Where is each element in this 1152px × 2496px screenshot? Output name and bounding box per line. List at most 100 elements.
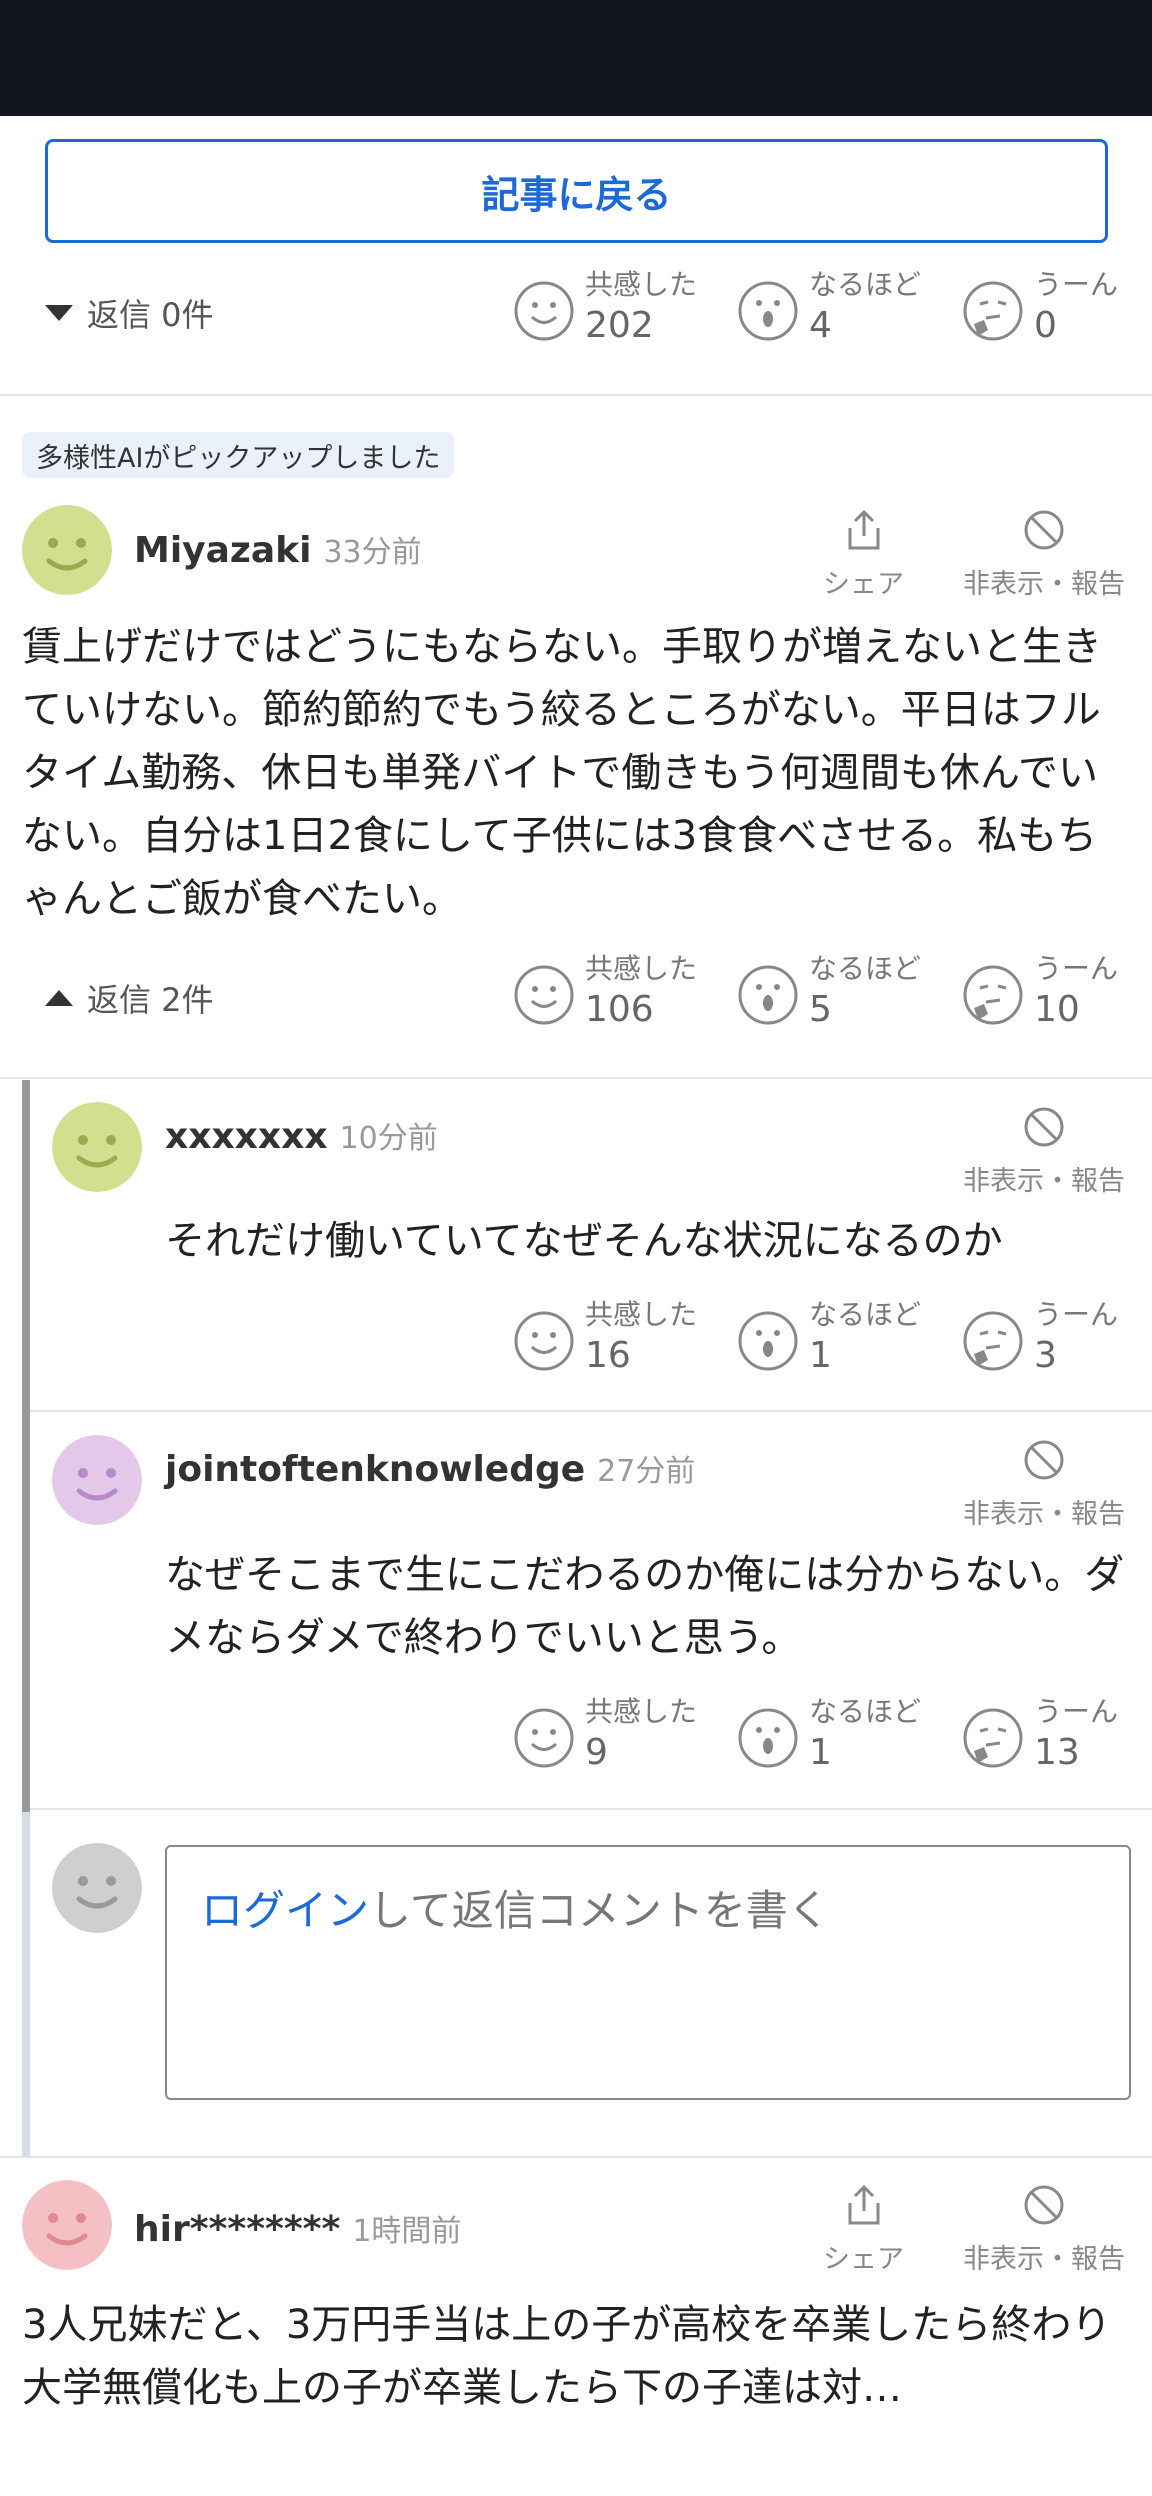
comment-body: 賃上げだけではどうにもならない。手取りが増えないと生きていけない。節約節約でもう… [22, 624, 1102, 922]
naruhodo-reaction[interactable]: なるほど 1 [737, 1298, 921, 1380]
surprised-face-icon [738, 281, 798, 341]
block-icon [1024, 1440, 1064, 1480]
empathy-reaction[interactable]: 共感した 9 [513, 1695, 697, 1777]
naruhodo-reaction[interactable]: なるほど 4 [737, 268, 921, 350]
comment-author[interactable]: hir******** 1時間前 [134, 2206, 461, 2250]
avatar [52, 1843, 142, 1933]
empathy-reaction[interactable]: 共感した 16 [513, 1298, 697, 1380]
thinking-face-icon [963, 1311, 1023, 1371]
username[interactable]: xxxxxxx [165, 1116, 328, 1157]
avatar[interactable] [52, 1435, 142, 1525]
uun-reaction[interactable]: うーん 10 [962, 952, 1118, 1034]
replies-toggle-label: 返信 2件 [87, 981, 214, 1019]
smile-face-icon [514, 965, 574, 1025]
naruhodo-count: 5 [809, 989, 832, 1030]
uun-reaction[interactable]: うーん 13 [962, 1695, 1118, 1777]
smile-face-icon [514, 281, 574, 341]
share-label: シェア [823, 2244, 904, 2275]
smile-face-icon [514, 1311, 574, 1371]
hide-report-label: 非表示・報告 [963, 569, 1125, 600]
reply-input[interactable]: ログインして返信コメントを書く [165, 1845, 1131, 2100]
ai-pickup-badge: 多様性AIがピックアップしました [22, 432, 455, 478]
share-button[interactable]: シェア [823, 2183, 904, 2276]
uun-label: うーん [1034, 1298, 1119, 1331]
empathy-reaction[interactable]: 共感した 106 [513, 952, 697, 1034]
thread-line [22, 1812, 30, 2156]
empathy-count: 16 [585, 1335, 631, 1376]
empathy-label: 共感した [585, 952, 698, 985]
login-link[interactable]: ログイン [201, 1886, 369, 1935]
timestamp: 27分前 [597, 1454, 696, 1489]
empathy-count: 9 [585, 1732, 608, 1773]
naruhodo-count: 4 [809, 305, 832, 346]
divider [30, 1410, 1152, 1412]
naruhodo-label: なるほど [809, 952, 922, 985]
empathy-label: 共感した [585, 1695, 698, 1728]
naruhodo-label: なるほど [809, 1298, 922, 1331]
uun-count: 10 [1034, 989, 1080, 1030]
back-to-article-button[interactable]: 記事に戻る [45, 139, 1108, 243]
reply-body: なぜそこまで生にこだわるのか俺には分からない。ダメならダメで終わりでいいと思う。 [165, 1552, 1125, 1661]
uun-count: 13 [1034, 1732, 1080, 1773]
share-button[interactable]: シェア [823, 508, 904, 601]
naruhodo-count: 1 [809, 1732, 832, 1773]
uun-count: 3 [1034, 1335, 1057, 1376]
replies-toggle-label: 返信 0件 [87, 296, 214, 334]
avatar[interactable] [22, 2180, 112, 2270]
avatar[interactable] [52, 1102, 142, 1192]
uun-label: うーん [1034, 1695, 1119, 1728]
block-icon [1024, 1107, 1064, 1147]
reply-author[interactable]: jointoftenknowledge 27分前 [165, 1446, 695, 1490]
share-label: シェア [823, 569, 904, 600]
username[interactable]: jointoftenknowledge [165, 1449, 585, 1490]
divider [0, 1077, 1152, 1079]
hide-report-label: 非表示・報告 [963, 2244, 1125, 2275]
timestamp: 10分前 [339, 1121, 438, 1156]
username[interactable]: hir******** [134, 2209, 340, 2250]
hide-report-button[interactable]: 非表示・報告 [963, 1438, 1125, 1531]
replies-toggle[interactable]: 返信 0件 [45, 290, 214, 336]
naruhodo-reaction[interactable]: なるほど 1 [737, 1695, 921, 1777]
uun-label: うーん [1034, 952, 1119, 985]
empathy-count: 106 [585, 989, 654, 1030]
timestamp: 33分前 [323, 535, 422, 570]
uun-reaction[interactable]: うーん 3 [962, 1298, 1118, 1380]
hide-report-button[interactable]: 非表示・報告 [963, 2183, 1125, 2276]
block-icon [1024, 510, 1064, 550]
uun-reaction[interactable]: うーん 0 [962, 268, 1118, 350]
timestamp: 1時間前 [352, 2214, 462, 2249]
surprised-face-icon [738, 1708, 798, 1768]
caret-down-icon [45, 305, 73, 321]
comment-author[interactable]: Miyazaki 33分前 [134, 527, 422, 571]
divider [30, 1808, 1152, 1810]
reply-body: それだけ働いていてなぜそんな状況になるのか [165, 1218, 1003, 1264]
thinking-face-icon [963, 1708, 1023, 1768]
hide-report-label: 非表示・報告 [963, 1166, 1125, 1197]
block-icon [1024, 2185, 1064, 2225]
divider [0, 2156, 1152, 2158]
reply-author[interactable]: xxxxxxx 10分前 [165, 1113, 438, 1157]
divider [0, 394, 1152, 396]
replies-toggle[interactable]: 返信 2件 [45, 975, 214, 1021]
naruhodo-label: なるほど [809, 268, 922, 301]
surprised-face-icon [738, 965, 798, 1025]
empathy-label: 共感した [585, 1298, 698, 1331]
empathy-count: 202 [585, 305, 654, 346]
share-icon [848, 2184, 879, 2225]
avatar[interactable] [22, 505, 112, 595]
hide-report-button[interactable]: 非表示・報告 [963, 508, 1125, 601]
naruhodo-reaction[interactable]: なるほど 5 [737, 952, 921, 1034]
surprised-face-icon [738, 1311, 798, 1371]
empathy-label: 共感した [585, 268, 698, 301]
reply-input-prompt: して返信コメントを書く [369, 1886, 830, 1935]
uun-label: うーん [1034, 268, 1119, 301]
naruhodo-label: なるほど [809, 1695, 922, 1728]
hide-report-button[interactable]: 非表示・報告 [963, 1105, 1125, 1198]
smile-face-icon [514, 1708, 574, 1768]
hide-report-label: 非表示・報告 [963, 1499, 1125, 1530]
empathy-reaction[interactable]: 共感した 202 [513, 268, 697, 350]
comment-body: 3人兄妹だと、3万円手当は上の子が高校を卒業したら終わり 大学無償化も上の子が卒… [22, 2302, 1152, 2411]
thinking-face-icon [963, 965, 1023, 1025]
username[interactable]: Miyazaki [134, 530, 311, 571]
uun-count: 0 [1034, 305, 1057, 346]
